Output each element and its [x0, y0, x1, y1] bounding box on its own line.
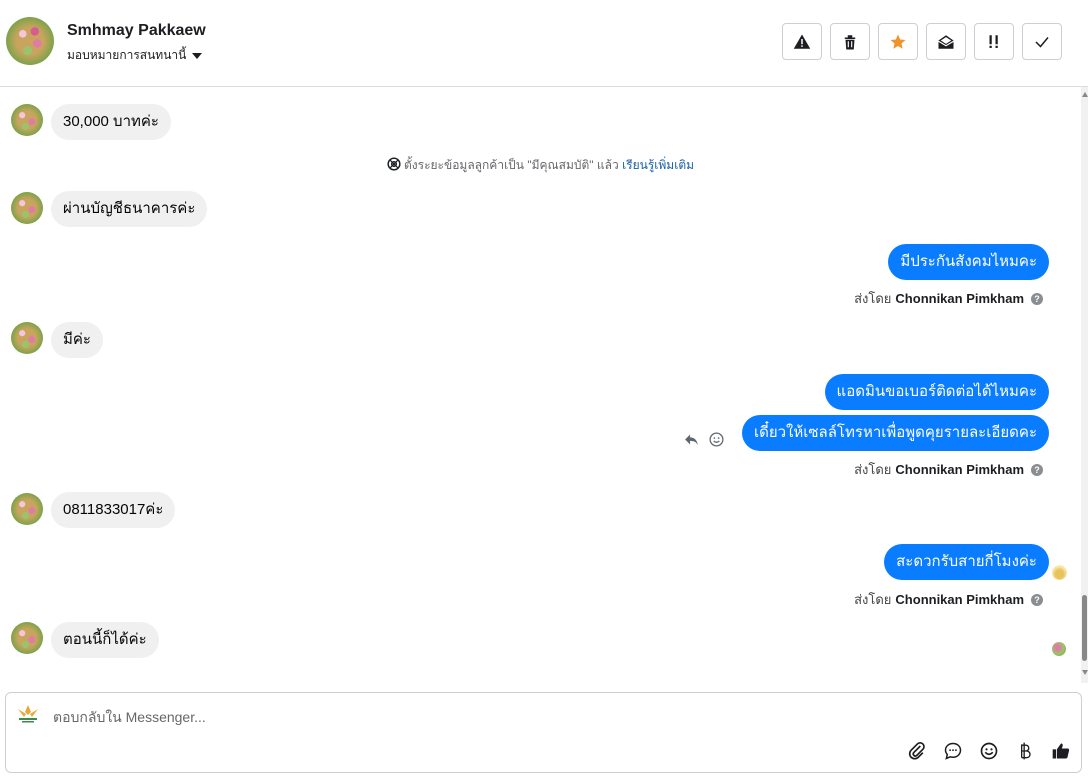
open-envelope-icon	[938, 34, 954, 49]
star-button[interactable]	[878, 23, 918, 60]
message-bubble-outgoing[interactable]: แอดมินขอเบอร์ติดต่อได้ไหมคะ	[824, 374, 1049, 410]
attachment-icon[interactable]	[907, 741, 927, 761]
baht-icon[interactable]	[1015, 741, 1035, 761]
emoji-icon[interactable]	[979, 741, 999, 761]
important-icon	[989, 34, 998, 48]
message-bubble-outgoing[interactable]: มีประกันสังคมไหมคะ	[888, 244, 1049, 280]
page-logo-icon	[18, 705, 38, 723]
conversation-actions	[782, 23, 1062, 60]
system-notice: ตั้งระยะข้อมูลลูกค้าเป็น "มีคุณสมบัติ" แ…	[0, 156, 1081, 175]
system-notice-text: ตั้งระยะข้อมูลลูกค้าเป็น "มีคุณสมบัติ" แ…	[403, 158, 619, 172]
sent-by-prefix: ส่งโดย	[854, 291, 892, 306]
message-bubble-incoming[interactable]: มีค่ะ	[51, 322, 103, 358]
contact-avatar-small	[11, 104, 43, 136]
message-bubble-incoming[interactable]: ตอนนี้ก็ได้ค่ะ	[51, 622, 159, 658]
conversation-header: Smhmay Pakkaew มอบหมายการสนทนานี้	[0, 0, 1088, 87]
mark-spam-button[interactable]	[782, 23, 822, 60]
sent-by-prefix: ส่งโดย	[854, 592, 892, 607]
help-icon[interactable]: ?	[1031, 292, 1043, 305]
emoji-react-icon[interactable]	[708, 431, 725, 448]
sender-name: Chonnikan Pimkham	[895, 592, 1024, 607]
help-icon[interactable]: ?	[1031, 463, 1043, 476]
sender-name: Chonnikan Pimkham	[895, 462, 1024, 477]
sent-by-prefix: ส่งโดย	[854, 462, 892, 477]
scroll-down-arrow-icon[interactable]	[1082, 670, 1088, 675]
composer-tools	[907, 741, 1071, 761]
warning-icon	[793, 34, 811, 49]
delete-button[interactable]	[830, 23, 870, 60]
mark-important-button[interactable]	[974, 23, 1014, 60]
sender-name: Chonnikan Pimkham	[895, 291, 1024, 306]
comment-icon[interactable]	[943, 741, 963, 761]
help-icon[interactable]: ?	[1031, 593, 1043, 606]
scrollbar-track[interactable]	[1081, 87, 1088, 683]
trash-icon	[844, 34, 856, 49]
check-icon	[1035, 36, 1049, 48]
assign-conversation-dropdown[interactable]: มอบหมายการสนทนานี้	[67, 46, 203, 65]
reply-icon[interactable]	[683, 431, 700, 448]
mark-done-button[interactable]	[1022, 23, 1062, 60]
contact-avatar[interactable]	[6, 17, 54, 65]
sent-by-label: ส่งโดย Chonnikan Pimkham ?	[854, 288, 1043, 309]
assign-label: มอบหมายการสนทนานี้	[67, 48, 187, 62]
sent-by-label: ส่งโดย Chonnikan Pimkham ?	[854, 589, 1043, 610]
contact-name[interactable]: Smhmay Pakkaew	[67, 22, 206, 40]
page-seen-avatar	[1052, 565, 1067, 580]
reply-input[interactable]: ตอบกลับใน Messenger...	[53, 707, 206, 729]
message-bubble-incoming[interactable]: ผ่านบัญชีธนาคารค่ะ	[51, 191, 208, 227]
message-bubble-incoming[interactable]: 30,000 บาทค่ะ	[51, 104, 171, 140]
caret-down-icon	[192, 52, 203, 59]
message-tools	[683, 431, 725, 448]
contact-avatar-small	[11, 493, 43, 525]
scrollbar-thumb[interactable]	[1082, 595, 1087, 661]
contact-seen-avatar	[1052, 642, 1066, 656]
star-icon	[890, 34, 906, 49]
reply-composer: ตอบกลับใน Messenger...	[5, 692, 1082, 773]
contact-avatar-small	[11, 192, 43, 224]
learn-more-link[interactable]: เรียนรู้เพิ่มเติม	[622, 158, 694, 172]
contact-avatar-small	[11, 322, 43, 354]
lead-status-icon	[387, 157, 401, 171]
mark-unread-button[interactable]	[926, 23, 966, 60]
message-bubble-incoming[interactable]: 0811833017ค่ะ	[51, 492, 176, 528]
contact-avatar-small	[11, 622, 43, 654]
sent-by-label: ส่งโดย Chonnikan Pimkham ?	[854, 459, 1043, 480]
message-bubble-outgoing[interactable]: เดี๋ยวให้เซลล์โทรหาเพื่อพูดคุยรายละเอียด…	[741, 415, 1049, 451]
message-bubble-outgoing[interactable]: สะดวกรับสายกี่โมงค่ะ	[884, 544, 1049, 580]
message-thread[interactable]: 30,000 บาทค่ะ ตั้งระยะข้อมูลลูกค้าเป็น "…	[0, 87, 1081, 683]
like-icon[interactable]	[1051, 741, 1071, 761]
scroll-up-arrow-icon[interactable]	[1082, 92, 1088, 97]
